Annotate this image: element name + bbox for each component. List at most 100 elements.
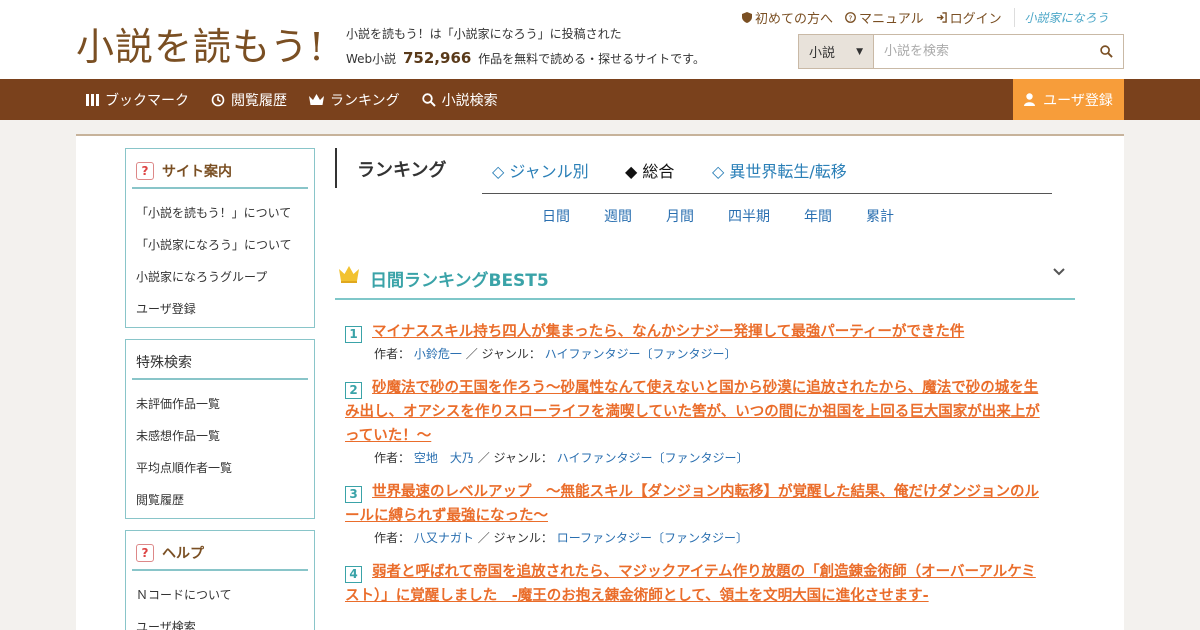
narou-brand-link[interactable]: 小説家になろう xyxy=(1013,8,1109,27)
crown-icon xyxy=(339,266,359,283)
beginner-link-label: 初めての方へ xyxy=(755,12,834,27)
search-button[interactable] xyxy=(1089,35,1123,68)
novel-title-link[interactable]: スト）」に覚醒しました -魔王のお抱え錬金術師として、領土を文明大国に進化させま… xyxy=(345,588,929,604)
tab-isekai[interactable]: ◇ 異世界転生/転移 xyxy=(712,158,847,182)
main-nav: ブックマーク 閲覧履歴 ランキング 小説検索 ユーザ登録 xyxy=(0,79,1200,120)
special-search-list: 未評価作品一覧 未感想作品一覧 平均点順作者一覧 閲覧履歴 xyxy=(126,380,314,516)
tagline-line2: Web小説 752,966 作品を無料で読める・探せるサイトです。 xyxy=(346,46,705,71)
tab-genre[interactable]: ◇ ジャンル別 xyxy=(492,158,589,182)
site-guide-item[interactable]: 小説家になろうグループ xyxy=(136,261,304,293)
user-register-button[interactable]: ユーザ登録 xyxy=(1013,79,1124,120)
manual-link-label: マニュアル xyxy=(859,12,924,27)
site-tagline: 小説を読もう！は「小説家になろう」に投稿された Web小説 752,966 作品… xyxy=(346,22,705,71)
rank-number: 4 xyxy=(345,565,362,583)
help-item[interactable]: ユーザ検索 xyxy=(136,611,304,630)
author-link[interactable]: 小鈴危一 xyxy=(414,347,462,361)
login-link-label: ログイン xyxy=(949,12,1002,27)
entry-title-block: 4 弱者と呼ばれて帝国を追放されたら、マジックアイテム作り放題の「創造錬金術師（オ… xyxy=(345,560,1070,608)
period-yearly[interactable]: 年間 xyxy=(787,206,849,226)
novel-count: 752,966 xyxy=(403,49,472,67)
crown-icon xyxy=(309,93,324,105)
top-links: 初めての方へ ? マニュアル ログイン 小説家になろう xyxy=(742,8,1109,27)
novel-title-link[interactable]: み出し、オアシスを作りスローライフを満喫していた筈が、いつの間にか祖国を上回る巨… xyxy=(345,404,1040,420)
svg-text:?: ? xyxy=(849,13,853,22)
tagline-line1: 小説を読もう！は「小説家になろう」に投稿された xyxy=(346,27,622,41)
genre-link[interactable]: ハイファンタジー〔ファンタジー〕 xyxy=(545,347,737,361)
genre-link[interactable]: ハイファンタジー〔ファンタジー〕 xyxy=(557,451,749,465)
search-bar: 小説 ▼ xyxy=(798,34,1124,69)
novel-title-link[interactable]: マイナススキル持ち四人が集まったら、なんかシナジー発揮して最強パーティーができた… xyxy=(372,324,964,340)
search-icon xyxy=(421,92,436,107)
period-monthly[interactable]: 月間 xyxy=(649,206,711,226)
site-guide-box: ? サイト案内 「小説を読もう！」について 「小説家になろう」について 小説家に… xyxy=(125,148,315,328)
author-link[interactable]: 八又ナガト xyxy=(414,531,474,545)
genre-link[interactable]: ローファンタジー〔ファンタジー〕 xyxy=(557,531,748,545)
special-search-item[interactable]: 未評価作品一覧 xyxy=(136,388,304,420)
search-input[interactable] xyxy=(874,35,1089,68)
tab-overall[interactable]: ◆ 総合 xyxy=(625,158,674,182)
user-icon xyxy=(1024,93,1036,106)
author-label: 作者： xyxy=(374,347,411,361)
shield-icon xyxy=(742,12,752,23)
chevron-down-icon[interactable] xyxy=(1053,268,1065,276)
help-circle-icon: ? xyxy=(845,12,856,23)
entry-title-block: 2 砂魔法で砂の王国を作ろう～砂属性なんて使えないと国から砂漠に追放されたから、魔… xyxy=(345,376,1070,448)
nav-ranking[interactable]: ランキング xyxy=(309,90,400,110)
question-icon: ? xyxy=(136,162,154,180)
tagline-prefix: Web小説 xyxy=(346,52,397,66)
ranking-entry: 2 砂魔法で砂の王国を作ろう～砂属性なんて使えないと国から砂漠に追放されたから、魔… xyxy=(345,376,1070,468)
special-search-item[interactable]: 平均点順作者一覧 xyxy=(136,452,304,484)
login-link[interactable]: ログイン xyxy=(936,8,1002,27)
dropdown-arrow-icon: ▼ xyxy=(856,46,863,57)
site-logo[interactable]: 小説を読もう! xyxy=(76,16,325,71)
special-search-title: 特殊検索 xyxy=(132,340,308,380)
nav-items: ブックマーク 閲覧履歴 ランキング 小説検索 xyxy=(86,79,498,120)
period-daily[interactable]: 日間 xyxy=(525,206,587,226)
history-icon xyxy=(211,93,225,106)
entry-title-block: 3 世界最速のレベルアップ ～無能スキル【ダンジョン内転移】が覚醒した結果、俺だけ… xyxy=(345,480,1070,528)
site-guide-title-label: サイト案内 xyxy=(162,164,232,180)
beginner-link[interactable]: 初めての方へ xyxy=(742,8,833,27)
nav-history[interactable]: 閲覧履歴 xyxy=(211,90,287,110)
novel-title-link[interactable]: 世界最速のレベルアップ ～無能スキル【ダンジョン内転移】が覚醒した結果、俺だけダ… xyxy=(372,484,1039,500)
special-search-item[interactable]: 閲覧履歴 xyxy=(136,484,304,516)
help-item[interactable]: Ｎコードについて xyxy=(136,579,304,611)
manual-link[interactable]: ? マニュアル xyxy=(845,8,924,27)
ranking-tabs: ◇ ジャンル別 ◆ 総合 ◇ 異世界転生/転移 xyxy=(482,158,1052,194)
search-icon xyxy=(1099,45,1113,58)
genre-label: ／ ジャンル： xyxy=(477,531,553,545)
novel-title-link[interactable]: 弱者と呼ばれて帝国を追放されたら、マジックアイテム作り放題の「創造錬金術師（オー… xyxy=(372,564,1036,580)
bookmark-icon xyxy=(86,93,99,106)
special-search-item[interactable]: 未感想作品一覧 xyxy=(136,420,304,452)
site-guide-item[interactable]: ユーザ登録 xyxy=(136,293,304,325)
nav-search-label: 小説検索 xyxy=(441,92,498,109)
novel-title-link[interactable]: っていた！～ xyxy=(345,428,431,444)
login-icon xyxy=(936,12,947,23)
ranking-entry: 3 世界最速のレベルアップ ～無能スキル【ダンジョン内転移】が覚醒した結果、俺だけ… xyxy=(345,480,1070,548)
nav-bookmark[interactable]: ブックマーク xyxy=(86,90,189,110)
site-guide-item[interactable]: 「小説を読もう！」について xyxy=(136,197,304,229)
entry-meta: 作者： 空地 大乃 ／ ジャンル： ハイファンタジー〔ファンタジー〕 xyxy=(345,448,1070,468)
novel-title-link[interactable]: 砂魔法で砂の王国を作ろう～砂属性なんて使えないと国から砂漠に追放されたから、魔法… xyxy=(372,380,1038,396)
heading-bar xyxy=(335,148,337,188)
author-label: 作者： xyxy=(374,451,411,465)
best5-header[interactable]: 日間ランキングBEST5 xyxy=(335,254,1075,300)
help-list: Ｎコードについて ユーザ検索 xyxy=(126,571,314,630)
novel-title-link[interactable]: ールに縛られず最強になった～ xyxy=(345,508,548,524)
user-register-label: ユーザ登録 xyxy=(1043,92,1113,109)
site-guide-title: ? サイト案内 xyxy=(132,149,308,189)
period-weekly[interactable]: 週間 xyxy=(587,206,649,226)
site-guide-list: 「小説を読もう！」について 「小説家になろう」について 小説家になろうグループ … xyxy=(126,189,314,325)
special-search-title-label: 特殊検索 xyxy=(136,355,192,371)
rank-number: 2 xyxy=(345,381,362,399)
author-link[interactable]: 空地 大乃 xyxy=(414,451,474,465)
help-box: ? ヘルプ Ｎコードについて ユーザ検索 xyxy=(125,530,315,630)
search-type-value: 小説 xyxy=(809,46,836,61)
period-quarterly[interactable]: 四半期 xyxy=(711,206,787,226)
period-total[interactable]: 累計 xyxy=(849,206,911,226)
site-guide-item[interactable]: 「小説家になろう」について xyxy=(136,229,304,261)
nav-search[interactable]: 小説検索 xyxy=(421,90,498,110)
site-header: 小説を読もう! 小説を読もう！は「小説家になろう」に投稿された Web小説 75… xyxy=(0,0,1200,79)
entry-title-block: 1 マイナススキル持ち四人が集まったら、なんかシナジー発揮して最強パーティーができ… xyxy=(345,320,1070,344)
search-type-select[interactable]: 小説 ▼ xyxy=(799,35,874,68)
